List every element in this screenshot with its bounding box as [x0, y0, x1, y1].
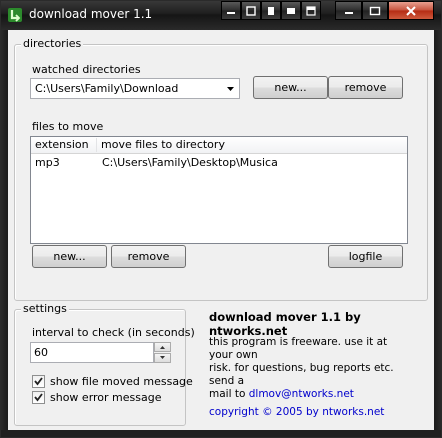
- window-icon: [246, 5, 256, 16]
- minimize-icon: [227, 11, 235, 14]
- window-title: download mover 1.1: [29, 7, 153, 21]
- client-area: directories watched directories C:\Users…: [8, 30, 434, 430]
- watched-directories-label: watched directories: [32, 63, 141, 76]
- about-line-2: risk. for questions, bug reports etc. se…: [209, 362, 394, 387]
- new-file-rule-button[interactable]: new...: [32, 245, 107, 268]
- title-bar[interactable]: download mover 1.1: [0, 0, 442, 30]
- maximize-icon: [369, 6, 381, 15]
- show-error-label[interactable]: show error message: [50, 391, 162, 404]
- window-frame-right: [434, 30, 441, 437]
- window-frame-left: [1, 30, 8, 437]
- checkmark-icon: [34, 393, 43, 402]
- close-icon: [406, 5, 416, 16]
- column-move-to-directory[interactable]: move files to directory: [97, 138, 407, 152]
- row-extension: mp3: [35, 156, 60, 169]
- chevron-down-icon[interactable]: [223, 80, 238, 97]
- watched-directories-combo[interactable]: C:\Users\Family\Download: [30, 78, 240, 99]
- watched-directories-value: C:\Users\Family\Download: [35, 82, 179, 95]
- remove-watched-directory-button[interactable]: remove: [328, 76, 403, 99]
- interval-spinner[interactable]: [154, 342, 171, 363]
- files-to-move-list[interactable]: extension move files to directory mp3 C:…: [30, 136, 408, 244]
- extra-button-4[interactable]: [301, 1, 321, 20]
- window-icon: [268, 6, 274, 15]
- logfile-button[interactable]: logfile: [328, 245, 403, 268]
- extra-button-2[interactable]: [261, 1, 281, 20]
- remove-file-rule-button[interactable]: remove: [111, 245, 186, 268]
- row-directory: C:\Users\Family\Desktop\Musica: [102, 156, 278, 169]
- about-line-3-prefix: mail to: [209, 388, 246, 400]
- about-line-1: this program is freeware. use it at your…: [209, 336, 388, 361]
- interval-label: interval to check (in seconds): [32, 326, 195, 339]
- about-title: download mover 1.1 by ntworks.net: [209, 310, 361, 338]
- email-link[interactable]: dlmov@ntworks.net: [249, 388, 354, 400]
- app-icon: [8, 8, 22, 22]
- window-icon: [306, 5, 316, 16]
- show-error-checkbox[interactable]: [32, 391, 45, 404]
- minimize-icon: [344, 11, 353, 14]
- interval-input[interactable]: 60: [30, 342, 154, 363]
- extra-button-3[interactable]: [281, 1, 301, 20]
- spin-up-button[interactable]: [154, 342, 171, 352]
- directories-group-title: directories: [21, 37, 84, 50]
- chevron-down-icon: [160, 356, 165, 359]
- show-moved-checkbox[interactable]: [32, 375, 45, 388]
- settings-group-title: settings: [21, 302, 69, 315]
- about-text: this program is freeware. use it at your…: [209, 336, 414, 401]
- window-frame-bottom: [1, 430, 441, 437]
- close-button[interactable]: [388, 1, 434, 20]
- checkmark-icon: [34, 377, 43, 386]
- files-to-move-label: files to move: [32, 120, 104, 133]
- spin-down-button[interactable]: [154, 353, 171, 363]
- chevron-up-icon: [160, 346, 165, 349]
- new-watched-directory-button[interactable]: new...: [253, 76, 328, 99]
- about-line-3: mail to dlmov@ntworks.net: [209, 388, 414, 401]
- copyright-link[interactable]: copyright © 2005 by ntworks.net: [209, 406, 384, 418]
- minimize-button[interactable]: [221, 1, 241, 20]
- interval-value: 60: [34, 346, 48, 359]
- table-row[interactable]: mp3 C:\Users\Family\Desktop\Musica: [31, 155, 407, 171]
- column-extension[interactable]: extension: [31, 138, 97, 152]
- list-header: extension move files to directory: [31, 137, 407, 154]
- minimize-window-button[interactable]: [335, 1, 362, 20]
- window-icon: [287, 7, 295, 14]
- show-moved-label[interactable]: show file moved message: [50, 375, 193, 388]
- extra-button-1[interactable]: [241, 1, 261, 20]
- maximize-button[interactable]: [362, 1, 388, 20]
